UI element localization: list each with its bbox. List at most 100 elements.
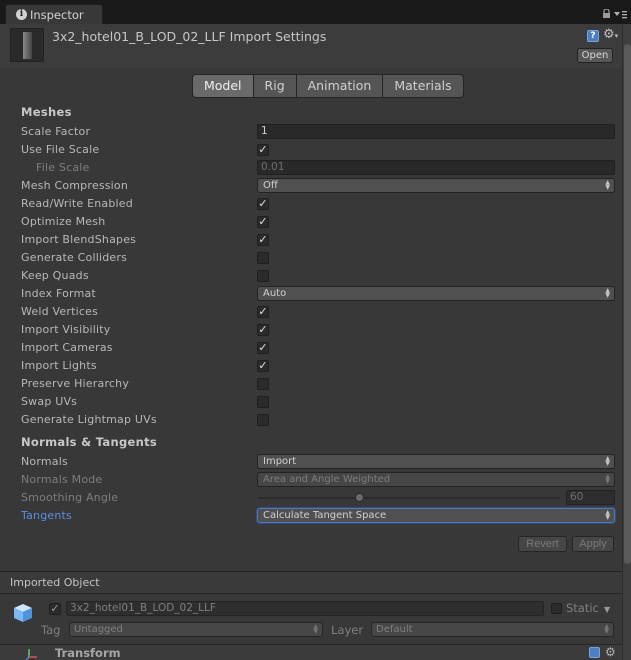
tag-dropdown[interactable]: Untagged ▲ ▼ [69, 622, 323, 637]
optimize-mesh-label: Optimize Mesh [21, 215, 106, 228]
optimize-mesh-checkbox[interactable]: ✓ [257, 216, 269, 228]
import-blendshapes-label: Import BlendShapes [21, 233, 137, 246]
index-format-dropdown[interactable]: Auto ▲ ▼ [257, 286, 615, 301]
tangents-label: Tangents [21, 509, 72, 522]
read-write-label: Read/Write Enabled [21, 197, 133, 210]
inspector-header: 3x2_hotel01_B_LOD_02_LLF Import Settings… [0, 24, 631, 68]
dropdown-arrows-icon: ▲ ▼ [605, 287, 610, 299]
model-asset-icon [10, 28, 44, 62]
mesh-compression-dropdown[interactable]: Off ▲ ▼ [257, 178, 615, 193]
gameobject-cube-icon [14, 604, 32, 622]
lock-icon[interactable] [602, 9, 611, 18]
normals-row: Normals Import ▲ ▼ [0, 453, 622, 471]
mesh-compression-value: Off [263, 180, 278, 191]
import-tabs: Model Rig Animation Materials [192, 74, 464, 98]
preserve-hierarchy-row: Preserve Hierarchy [0, 375, 622, 393]
normals-mode-dropdown: Area and Angle Weighted ▲ ▼ [257, 472, 615, 487]
generate-colliders-label: Generate Colliders [21, 251, 128, 264]
index-format-label: Index Format [21, 287, 96, 300]
keep-quads-label: Keep Quads [21, 269, 89, 282]
normals-label: Normals [21, 455, 68, 468]
import-visibility-checkbox[interactable]: ✓ [257, 324, 269, 336]
static-checkbox[interactable] [551, 603, 562, 614]
dropdown-arrows-icon: ▲ ▼ [605, 179, 610, 191]
scale-factor-field[interactable]: 1 [257, 124, 615, 139]
generate-lightmap-uvs-label: Generate Lightmap UVs [21, 413, 157, 426]
smoothing-angle-slider [258, 493, 560, 502]
transform-label: Transform [55, 646, 121, 660]
generate-lightmap-uvs-checkbox[interactable] [257, 414, 269, 426]
help-icon[interactable]: ? [587, 30, 599, 42]
import-lights-label: Import Lights [21, 359, 97, 372]
import-cameras-checkbox[interactable]: ✓ [257, 342, 269, 354]
keep-quads-row: Keep Quads [0, 267, 622, 285]
import-lights-row: Import Lights ✓ [0, 357, 622, 375]
scale-factor-row: Scale Factor 1 [0, 123, 622, 141]
weld-vertices-checkbox[interactable]: ✓ [257, 306, 269, 318]
generate-colliders-checkbox[interactable] [257, 252, 269, 264]
gear-icon[interactable]: ⚙▾ [603, 28, 618, 43]
object-name-field[interactable]: 3x2_hotel01_B_LOD_02_LLF [66, 601, 544, 616]
window-tab-bar: i Inspector [0, 0, 631, 24]
file-scale-label: File Scale [36, 161, 90, 174]
apply-button[interactable]: Apply [572, 536, 614, 552]
normals-value: Import [263, 456, 297, 467]
normals-dropdown[interactable]: Import ▲ ▼ [257, 454, 615, 469]
keep-quads-checkbox[interactable] [257, 270, 269, 282]
transform-axis-icon [26, 649, 37, 660]
use-file-scale-label: Use File Scale [21, 143, 100, 156]
dropdown-arrows-icon: ▲ ▼ [604, 623, 609, 635]
static-label: Static [566, 601, 599, 615]
tangents-dropdown[interactable]: Calculate Tangent Space ▲ ▼ [257, 508, 615, 523]
swap-uvs-checkbox[interactable] [257, 396, 269, 408]
import-blendshapes-checkbox[interactable]: ✓ [257, 234, 269, 246]
active-checkbox[interactable]: ✓ [49, 603, 61, 615]
layer-value: Default [376, 624, 413, 635]
use-file-scale-checkbox[interactable]: ✓ [257, 144, 269, 156]
file-scale-row: File Scale 0.01 [0, 159, 622, 177]
tab-animation[interactable]: Animation [296, 74, 384, 98]
layer-dropdown[interactable]: Default ▲ ▼ [371, 622, 614, 637]
imported-object-title: Imported Object [10, 576, 100, 589]
vertical-scrollbar[interactable] [622, 24, 631, 660]
smoothing-angle-slider-thumb [354, 493, 364, 502]
layer-label: Layer [331, 623, 364, 637]
inspector-tab[interactable]: i Inspector [5, 4, 103, 24]
dropdown-arrows-icon: ▲ ▼ [313, 623, 318, 635]
index-format-row: Index Format Auto ▲ ▼ [0, 285, 622, 303]
mesh-compression-row: Mesh Compression Off ▲ ▼ [0, 177, 622, 195]
import-lights-checkbox[interactable]: ✓ [257, 360, 269, 372]
tab-materials[interactable]: Materials [383, 74, 464, 98]
tab-model[interactable]: Model [192, 74, 254, 98]
open-button[interactable]: Open [577, 48, 613, 63]
generate-colliders-row: Generate Colliders [0, 249, 622, 267]
mesh-compression-label: Mesh Compression [21, 179, 129, 192]
dropdown-arrows-icon: ▲ ▼ [605, 509, 610, 521]
transform-component-header[interactable]: Transform ⚙ [0, 644, 622, 660]
read-write-checkbox[interactable]: ✓ [257, 198, 269, 210]
preserve-hierarchy-label: Preserve Hierarchy [21, 377, 130, 390]
scrollbar-thumb[interactable] [624, 44, 631, 564]
normals-mode-value: Area and Angle Weighted [263, 474, 391, 485]
normals-section-title: Normals & Tangents [21, 435, 158, 449]
imported-object-panel: ✓ 3x2_hotel01_B_LOD_02_LLF Static ▼ Tag … [0, 595, 622, 660]
imported-object-header: Imported Object [0, 572, 622, 594]
normals-mode-label: Normals Mode [21, 473, 103, 486]
smoothing-angle-row: Smoothing Angle 60 [0, 489, 622, 507]
tab-rig[interactable]: Rig [253, 74, 297, 98]
smoothing-angle-field: 60 [566, 490, 615, 505]
tag-value: Untagged [74, 624, 123, 635]
smoothing-angle-label: Smoothing Angle [21, 491, 119, 504]
preserve-hierarchy-checkbox[interactable] [257, 378, 269, 390]
import-visibility-row: Import Visibility ✓ [0, 321, 622, 339]
window-menu-icon[interactable] [614, 10, 627, 20]
gear-icon[interactable]: ⚙ [605, 645, 616, 659]
static-dropdown-arrow-icon[interactable]: ▼ [604, 605, 610, 614]
swap-uvs-label: Swap UVs [21, 395, 78, 408]
generate-lightmap-uvs-row: Generate Lightmap UVs [0, 411, 622, 429]
tangents-value: Calculate Tangent Space [263, 510, 387, 521]
import-visibility-label: Import Visibility [21, 323, 111, 336]
revert-button[interactable]: Revert [518, 536, 567, 552]
weld-vertices-row: Weld Vertices ✓ [0, 303, 622, 321]
help-icon[interactable] [589, 647, 600, 658]
